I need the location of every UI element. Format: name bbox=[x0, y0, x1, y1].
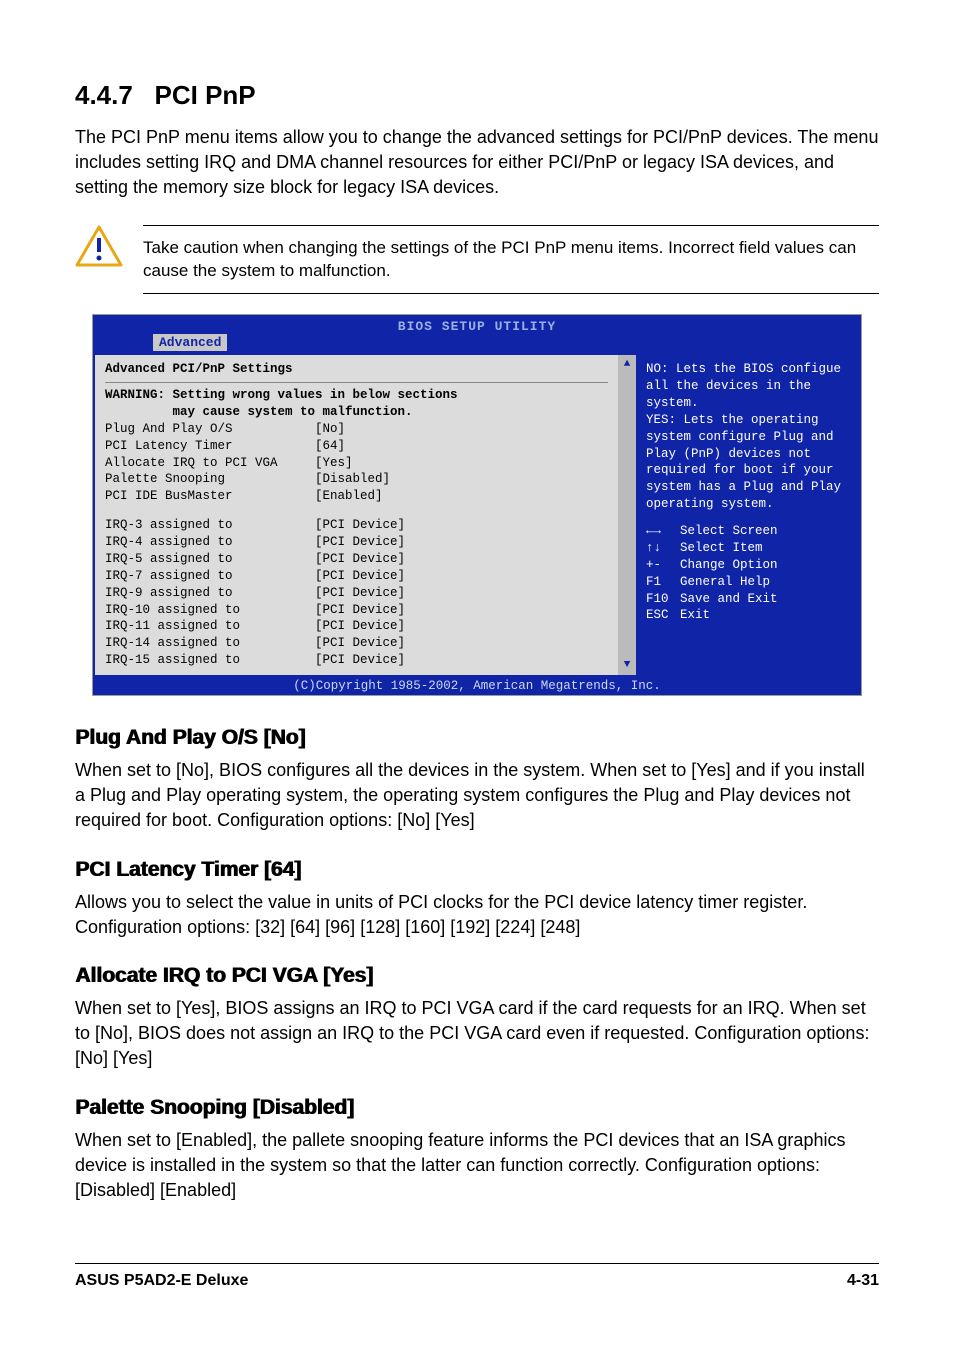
bios-irq-label: IRQ-15 assigned to bbox=[105, 652, 315, 669]
bios-irq-value: [PCI Device] bbox=[315, 534, 405, 551]
bios-key-text: General Help bbox=[680, 574, 770, 591]
bios-irq-row[interactable]: IRQ-15 assigned to[PCI Device] bbox=[105, 652, 608, 669]
bios-setting-label: PCI IDE BusMaster bbox=[105, 488, 315, 505]
bios-setting-label: PCI Latency Timer bbox=[105, 438, 315, 455]
bios-key-row: +- Change Option bbox=[646, 557, 851, 574]
subsection-title: PCI Latency Timer [64] bbox=[75, 858, 879, 882]
caution-icon bbox=[75, 225, 123, 269]
bios-key-text: Save and Exit bbox=[680, 591, 778, 608]
scroll-up-icon[interactable]: ▲ bbox=[624, 357, 631, 372]
bios-key-text: Change Option bbox=[680, 557, 778, 574]
bios-irq-row[interactable]: IRQ-10 assigned to[PCI Device] bbox=[105, 602, 608, 619]
bios-warning: WARNING: Setting wrong values in below s… bbox=[105, 387, 608, 421]
bios-irq-label: IRQ-7 assigned to bbox=[105, 568, 315, 585]
bios-irq-row[interactable]: IRQ-7 assigned to[PCI Device] bbox=[105, 568, 608, 585]
page-footer: ASUS P5AD2-E Deluxe 4-31 bbox=[75, 1263, 879, 1290]
bios-setting-label: Plug And Play O/S bbox=[105, 421, 315, 438]
footer-right: 4-31 bbox=[847, 1272, 879, 1290]
bios-left-panel: Advanced PCI/PnP Settings WARNING: Setti… bbox=[93, 353, 618, 677]
caution-text: Take caution when changing the settings … bbox=[143, 236, 879, 284]
bios-irq-row[interactable]: IRQ-9 assigned to[PCI Device] bbox=[105, 585, 608, 602]
section-title: PCI PnP bbox=[155, 80, 256, 110]
bios-settings-list: Plug And Play O/S[No]PCI Latency Timer[6… bbox=[105, 421, 608, 505]
bios-setting-value: [Yes] bbox=[315, 455, 353, 472]
bios-tab-advanced: Advanced bbox=[153, 334, 227, 351]
bios-irq-row[interactable]: IRQ-4 assigned to[PCI Device] bbox=[105, 534, 608, 551]
bios-irq-value: [PCI Device] bbox=[315, 602, 405, 619]
bios-help-text: NO: Lets the BIOS configue all the devic… bbox=[646, 361, 851, 513]
subsection-title: Allocate IRQ to PCI VGA [Yes] bbox=[75, 964, 879, 988]
bios-footer: (C)Copyright 1985-2002, American Megatre… bbox=[93, 677, 861, 695]
bios-irq-value: [PCI Device] bbox=[315, 585, 405, 602]
bios-key-icon: ←→ bbox=[646, 523, 672, 540]
bios-setting-row[interactable]: Plug And Play O/S[No] bbox=[105, 421, 608, 438]
bios-key-icon: F10 bbox=[646, 591, 672, 608]
bios-irq-label: IRQ-4 assigned to bbox=[105, 534, 315, 551]
bios-panel-title: Advanced PCI/PnP Settings bbox=[105, 361, 608, 378]
bios-key-text: Exit bbox=[680, 607, 710, 624]
bios-header: BIOS SETUP UTILITY Advanced bbox=[93, 315, 861, 353]
subsection-title: Palette Snooping [Disabled] bbox=[75, 1096, 879, 1120]
bios-body: Advanced PCI/PnP Settings WARNING: Setti… bbox=[93, 353, 861, 677]
bios-setting-row[interactable]: PCI Latency Timer[64] bbox=[105, 438, 608, 455]
bios-irq-value: [PCI Device] bbox=[315, 618, 405, 635]
bios-irq-row[interactable]: IRQ-11 assigned to[PCI Device] bbox=[105, 618, 608, 635]
bios-screenshot: BIOS SETUP UTILITY Advanced Advanced PCI… bbox=[92, 314, 862, 696]
bios-irq-list: IRQ-3 assigned to[PCI Device]IRQ-4 assig… bbox=[105, 517, 608, 669]
bios-key-icon: +- bbox=[646, 557, 672, 574]
bios-irq-label: IRQ-10 assigned to bbox=[105, 602, 315, 619]
section-number: 4.4.7 bbox=[75, 80, 133, 110]
bios-key-row: ESC Exit bbox=[646, 607, 851, 624]
bios-irq-row[interactable]: IRQ-5 assigned to[PCI Device] bbox=[105, 551, 608, 568]
caution-text-wrapper: Take caution when changing the settings … bbox=[143, 225, 879, 295]
subsection-text: When set to [Yes], BIOS assigns an IRQ t… bbox=[75, 996, 879, 1072]
subsection-text: When set to [No], BIOS configures all th… bbox=[75, 758, 879, 834]
bios-irq-value: [PCI Device] bbox=[315, 652, 405, 669]
bios-key-row: F1 General Help bbox=[646, 574, 851, 591]
bios-key-row: F10 Save and Exit bbox=[646, 591, 851, 608]
bios-setting-label: Allocate IRQ to PCI VGA bbox=[105, 455, 315, 472]
subsection-title: Plug And Play O/S [No] bbox=[75, 726, 879, 750]
subsection-text: Allows you to select the value in units … bbox=[75, 890, 879, 940]
section-intro: The PCI PnP menu items allow you to chan… bbox=[75, 125, 879, 201]
scroll-down-icon[interactable]: ▼ bbox=[624, 658, 631, 673]
footer-left: ASUS P5AD2-E Deluxe bbox=[75, 1272, 248, 1290]
bios-irq-row[interactable]: IRQ-14 assigned to[PCI Device] bbox=[105, 635, 608, 652]
bios-key-text: Select Screen bbox=[680, 523, 778, 540]
bios-irq-label: IRQ-5 assigned to bbox=[105, 551, 315, 568]
bios-setting-row[interactable]: Allocate IRQ to PCI VGA[Yes] bbox=[105, 455, 608, 472]
bios-irq-label: IRQ-11 assigned to bbox=[105, 618, 315, 635]
bios-key-row: ←→ Select Screen bbox=[646, 523, 851, 540]
bios-scrollbar[interactable]: ▲ ▼ bbox=[618, 353, 636, 677]
bios-setting-row[interactable]: Palette Snooping[Disabled] bbox=[105, 471, 608, 488]
bios-help-panel: NO: Lets the BIOS configue all the devic… bbox=[636, 353, 861, 677]
bios-irq-row[interactable]: IRQ-3 assigned to[PCI Device] bbox=[105, 517, 608, 534]
section-heading: 4.4.7 PCI PnP bbox=[75, 80, 879, 111]
bios-setting-value: [No] bbox=[315, 421, 345, 438]
bios-irq-value: [PCI Device] bbox=[315, 517, 405, 534]
bios-irq-label: IRQ-9 assigned to bbox=[105, 585, 315, 602]
subsection-text: When set to [Enabled], the pallete snoop… bbox=[75, 1128, 879, 1204]
bios-header-title: BIOS SETUP UTILITY bbox=[103, 319, 851, 334]
bios-key-list: ←→ Select Screen ↑↓ Select Item +- Change Opt… bbox=[646, 523, 851, 624]
bios-setting-value: [64] bbox=[315, 438, 345, 455]
bios-key-icon: F1 bbox=[646, 574, 672, 591]
bios-setting-label: Palette Snooping bbox=[105, 471, 315, 488]
bios-irq-label: IRQ-14 assigned to bbox=[105, 635, 315, 652]
bios-key-icon: ↑↓ bbox=[646, 540, 672, 557]
bios-irq-value: [PCI Device] bbox=[315, 635, 405, 652]
bios-key-icon: ESC bbox=[646, 607, 672, 624]
caution-box: Take caution when changing the settings … bbox=[75, 225, 879, 295]
bios-setting-row[interactable]: PCI IDE BusMaster[Enabled] bbox=[105, 488, 608, 505]
bios-irq-label: IRQ-3 assigned to bbox=[105, 517, 315, 534]
bios-setting-value: [Disabled] bbox=[315, 471, 390, 488]
bios-key-text: Select Item bbox=[680, 540, 763, 557]
bios-setting-value: [Enabled] bbox=[315, 488, 383, 505]
bios-key-row: ↑↓ Select Item bbox=[646, 540, 851, 557]
bios-irq-value: [PCI Device] bbox=[315, 551, 405, 568]
bios-irq-value: [PCI Device] bbox=[315, 568, 405, 585]
